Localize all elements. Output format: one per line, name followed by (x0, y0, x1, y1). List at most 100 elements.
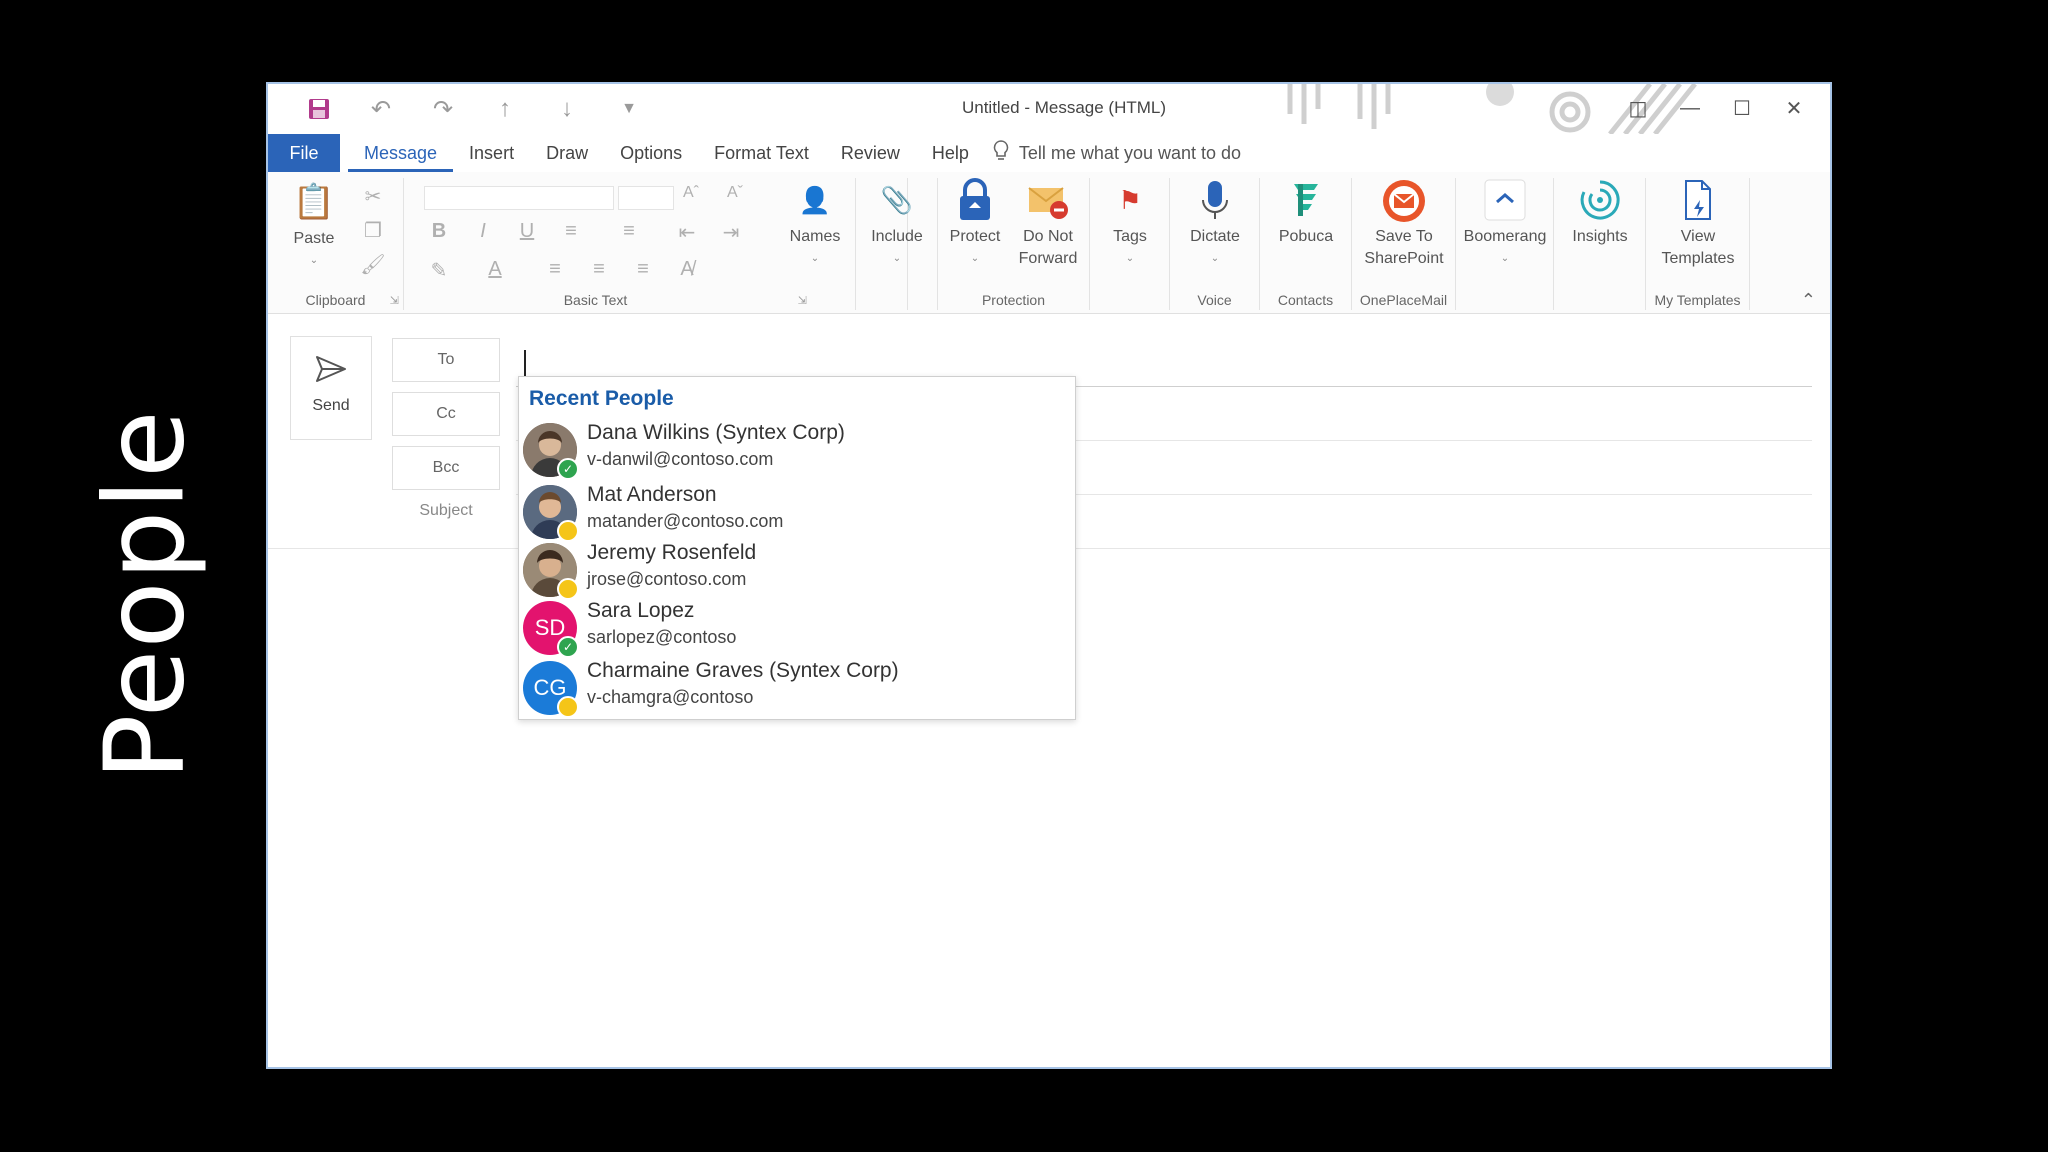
chevron-down-icon: ⌄ (970, 253, 980, 264)
include-label: Include (871, 228, 923, 245)
send-icon (291, 355, 371, 391)
group-label-my-templates: My Templates (1654, 292, 1741, 308)
save-to-sharepoint-button[interactable]: Save To SharePoint (1358, 178, 1450, 270)
group-boomerang: Boomerang ⌄ (1456, 178, 1554, 310)
tab-draw[interactable]: Draw (530, 134, 604, 172)
tell-me-box[interactable]: Tell me what you want to do (993, 139, 1242, 167)
list-item[interactable]: ✓ Dana Wilkins (Syntex Corp) v-danwil@co… (523, 421, 1063, 480)
person-email: v-danwil@contoso.com (587, 449, 774, 469)
pobuca-icon (1268, 178, 1344, 222)
bullets-icon[interactable]: ≡ (558, 220, 584, 243)
tab-options[interactable]: Options (604, 134, 698, 172)
group-label-clipboard: Clipboard (305, 292, 366, 308)
chevron-down-icon: ⌄ (892, 253, 902, 264)
send-button[interactable]: Send (290, 336, 372, 440)
presence-away-icon (557, 578, 579, 600)
align-center-icon[interactable]: ≡ (586, 258, 612, 281)
ribbon-tabs: File Message Insert Draw Options Format … (268, 134, 1830, 172)
recent-people-dropdown: Recent People ✓ Dana Wilkins (Syntex Cor… (518, 376, 1076, 720)
sharepoint-save-icon (1358, 178, 1450, 222)
underline-icon[interactable]: U (514, 220, 540, 243)
tab-help[interactable]: Help (916, 134, 985, 172)
group-names: 👤 Names ⌄ (774, 178, 856, 310)
person-name: Jeremy Rosenfeld (587, 541, 757, 564)
chevron-down-icon: ⌄ (1125, 253, 1135, 264)
paste-label: Paste (293, 230, 335, 247)
align-left-icon[interactable]: ≡ (542, 258, 568, 281)
tab-file[interactable]: File (268, 134, 340, 172)
bcc-button[interactable]: Bcc (392, 446, 500, 490)
group-label-voice: Voice (1197, 292, 1232, 308)
dictate-button[interactable]: Dictate ⌄ (1176, 178, 1254, 270)
window-controls: ◫ — ☐ ✕ (1612, 90, 1820, 126)
font-color-icon[interactable]: A (482, 258, 508, 281)
highlight-icon[interactable]: ✎ (426, 258, 452, 283)
person-name: Dana Wilkins (Syntex Corp) (587, 421, 845, 444)
cc-button[interactable]: Cc (392, 392, 500, 436)
dialog-launcher-icon[interactable]: ⇲ (390, 294, 399, 307)
shrink-font-icon[interactable]: Aˇ (722, 184, 748, 202)
group-contacts: Pobuca Contacts (1260, 178, 1352, 310)
presence-away-icon (557, 520, 579, 542)
person-name: Mat Anderson (587, 483, 717, 506)
slide-title: People (60, 409, 230, 780)
numbering-icon[interactable]: ≡ (616, 220, 642, 243)
view-templates-button[interactable]: View Templates (1654, 178, 1742, 270)
list-item[interactable]: Mat Anderson matander@contoso.com (523, 483, 1063, 542)
insights-label: Insights (1572, 228, 1628, 245)
save-to-sharepoint-label: Save To SharePoint (1364, 228, 1444, 267)
tab-insert[interactable]: Insert (453, 134, 530, 172)
boomerang-label: Boomerang (1463, 228, 1547, 245)
list-item[interactable]: CG Charmaine Graves (Syntex Corp) v-cham… (523, 659, 1063, 718)
templates-icon (1654, 178, 1742, 222)
maximize-icon[interactable]: ☐ (1716, 90, 1768, 126)
chevron-down-icon: ⌄ (810, 253, 820, 264)
collapse-ribbon-icon[interactable]: ⌃ (1801, 290, 1816, 311)
paste-button[interactable]: 📋 Paste ⌄ (286, 180, 342, 272)
names-button[interactable]: 👤 Names ⌄ (780, 178, 850, 270)
tell-me-text: Tell me what you want to do (1018, 142, 1242, 163)
group-tags: ⚑ Tags ⌄ (1090, 178, 1170, 310)
grow-font-icon[interactable]: Aˆ (678, 184, 704, 202)
chevron-down-icon: ⌄ (309, 255, 319, 266)
list-item[interactable]: SD ✓ Sara Lopez sarlopez@contoso (523, 599, 1063, 658)
pobuca-button[interactable]: Pobuca (1268, 178, 1344, 248)
outlook-message-window: ↶ ↷ ↑ ↓ ▼ Untitled - Message (HTML) ◫ — … (266, 82, 1832, 1069)
to-field-input[interactable] (524, 350, 526, 376)
names-label: Names (789, 228, 841, 245)
dictate-label: Dictate (1190, 228, 1240, 245)
cut-icon[interactable]: ✂ (360, 184, 386, 209)
boomerang-button[interactable]: Boomerang ⌄ (1460, 178, 1550, 270)
list-item[interactable]: Jeremy Rosenfeld jrose@contoso.com (523, 541, 1063, 600)
close-icon[interactable]: ✕ (1768, 90, 1820, 126)
italic-icon[interactable]: I (470, 220, 496, 243)
presence-away-icon (557, 696, 579, 718)
tags-button[interactable]: ⚑ Tags ⌄ (1098, 178, 1162, 270)
decrease-indent-icon[interactable]: ⇤ (674, 220, 700, 245)
clear-formatting-icon[interactable]: A̸ (674, 258, 700, 281)
tab-message[interactable]: Message (348, 134, 454, 172)
insights-button[interactable]: Insights (1560, 178, 1640, 248)
tab-review[interactable]: Review (825, 134, 916, 172)
font-size-combo[interactable] (618, 186, 674, 210)
group-insights: Insights (1554, 178, 1646, 310)
do-not-forward-button[interactable]: Do Not Forward (1010, 178, 1086, 270)
presence-available-icon: ✓ (557, 458, 579, 480)
align-right-icon[interactable]: ≡ (630, 258, 656, 281)
minimize-icon[interactable]: — (1664, 90, 1716, 126)
bold-icon[interactable]: B (426, 220, 452, 243)
compose-area: Send To Cc Bcc Subject Recent People ✓ D… (268, 314, 1830, 1067)
do-not-forward-label: Do Not Forward (1018, 228, 1078, 267)
microphone-icon (1176, 178, 1254, 222)
group-label-oneplacemail: OnePlaceMail (1359, 292, 1448, 308)
to-button[interactable]: To (392, 338, 500, 382)
include-button[interactable]: 📎 Include ⌄ (862, 178, 932, 270)
increase-indent-icon[interactable]: ⇥ (718, 220, 744, 245)
ribbon-display-options-icon[interactable]: ◫ (1612, 90, 1664, 126)
format-painter-icon[interactable]: 🖌 (360, 252, 386, 277)
protect-button[interactable]: Protect ⌄ (942, 178, 1008, 270)
boomerang-icon (1460, 178, 1550, 222)
font-name-combo[interactable] (424, 186, 614, 210)
copy-icon[interactable]: ❐ (360, 218, 386, 243)
tab-format-text[interactable]: Format Text (698, 134, 825, 172)
